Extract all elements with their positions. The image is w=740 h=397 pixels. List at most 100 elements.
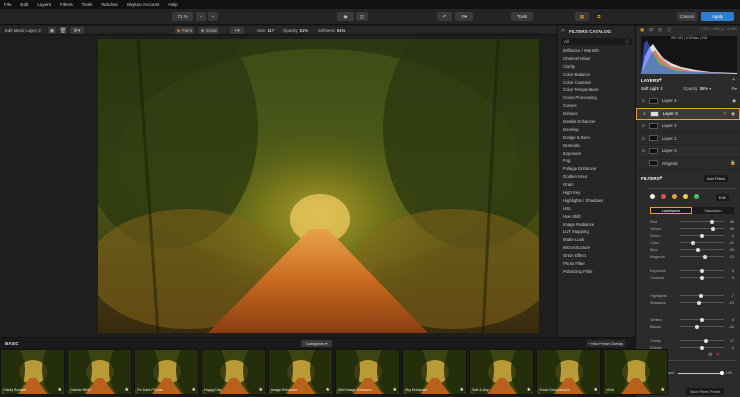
- history-icon[interactable]: ⟲▾: [455, 12, 473, 21]
- preset-thumbnail[interactable]: Mild Image Enhancer ★: [335, 349, 400, 395]
- slider-knob[interactable]: [700, 275, 704, 280]
- undo-icon[interactable]: ↶: [437, 12, 452, 21]
- slider-knob[interactable]: [697, 300, 702, 305]
- layer-row[interactable]: ≡ Layer 0: [636, 145, 740, 158]
- brush-opacity[interactable]: Opacity 51%: [283, 28, 308, 33]
- star-icon[interactable]: ★: [125, 387, 129, 393]
- catalog-item[interactable]: Dehaze: [558, 110, 635, 118]
- preset-thumbnail[interactable]: Fix Dark Photos ★: [134, 349, 199, 395]
- menu-window[interactable]: Window: [101, 2, 117, 7]
- menu-file[interactable]: File: [4, 2, 11, 7]
- color-swatch[interactable]: [683, 194, 688, 199]
- categories-dropdown[interactable]: Categories ▾: [301, 340, 333, 347]
- color-swatch[interactable]: [661, 194, 666, 199]
- catalog-item[interactable]: Curves: [558, 102, 635, 110]
- slider-track[interactable]: [680, 226, 724, 231]
- eye-icon[interactable]: ◉: [337, 12, 354, 21]
- slider-track[interactable]: [680, 345, 724, 350]
- history-tab-icon[interactable]: ◷: [658, 27, 662, 33]
- layer-row[interactable]: ≡ Layer 2: [636, 120, 740, 133]
- image-canvas[interactable]: [0, 36, 557, 337]
- add-layer-icon[interactable]: +: [732, 77, 735, 83]
- slider-track[interactable]: [680, 247, 724, 252]
- menu-filters[interactable]: Filters: [60, 2, 73, 7]
- catalog-item[interactable]: Color Contrast: [558, 79, 635, 87]
- slider-track[interactable]: [680, 240, 724, 245]
- menu-layers[interactable]: Layers: [37, 2, 51, 7]
- brush-size[interactable]: Size 117: [257, 28, 274, 33]
- eye-icon[interactable]: ◉: [732, 98, 740, 104]
- catalog-item[interactable]: Golden Hour: [558, 173, 635, 181]
- slider-row[interactable]: Exposure 0: [636, 267, 740, 274]
- preset-thumbnail[interactable]: Image Enhancer ★: [268, 349, 333, 395]
- slider-track[interactable]: [680, 219, 724, 224]
- slider-row[interactable]: Magenta 13: [636, 253, 740, 260]
- info-icon[interactable]: ⓘ: [625, 39, 632, 45]
- eye-icon[interactable]: ◉: [731, 111, 739, 117]
- catalog-item[interactable]: Details Enhancer: [558, 118, 635, 126]
- slider-track[interactable]: [680, 268, 724, 273]
- catalog-item[interactable]: Hue Shift: [558, 213, 635, 221]
- catalog-item[interactable]: HSL: [558, 205, 635, 213]
- menu-skylum-account[interactable]: Skylum Account: [127, 2, 160, 7]
- slider-row[interactable]: Cyan -41: [636, 239, 740, 246]
- gear-icon[interactable]: ⚙▾: [70, 27, 84, 34]
- slider-row[interactable]: Green 0: [636, 232, 740, 239]
- catalog-item[interactable]: Develop: [558, 126, 635, 134]
- slider-track[interactable]: [680, 254, 724, 259]
- cancel-button[interactable]: Cancel: [677, 12, 697, 21]
- layers-header[interactable]: LAYERS ▾: [641, 77, 662, 83]
- slider-knob[interactable]: [700, 233, 704, 238]
- layer-row[interactable]: ≡ Layer 1: [636, 133, 740, 145]
- preset-thumbnail[interactable]: Vivid ★: [603, 349, 668, 395]
- delete-icon[interactable]: ✕: [716, 352, 720, 358]
- layer-opacity[interactable]: Opacity: 65% ▾: [683, 86, 711, 91]
- star-icon[interactable]: ★: [326, 387, 330, 393]
- reset-icon[interactable]: ⟲: [708, 352, 712, 358]
- catalog-item[interactable]: Exposure: [558, 150, 635, 158]
- slider-track[interactable]: [680, 317, 724, 322]
- slider-knob[interactable]: [710, 226, 715, 231]
- preset-thumbnail[interactable]: Happy Day ★: [201, 349, 266, 395]
- slider-knob[interactable]: [695, 247, 700, 252]
- star-icon[interactable]: ★: [594, 387, 598, 393]
- catalog-item[interactable]: Orton Effect: [558, 252, 635, 260]
- menu-tools[interactable]: Tools: [82, 2, 93, 7]
- slider-knob[interactable]: [698, 293, 703, 298]
- catalog-item[interactable]: Highlights / Shadows: [558, 197, 635, 205]
- slider-track[interactable]: [680, 293, 724, 298]
- catalog-item[interactable]: Foliage Enhancer: [558, 165, 635, 173]
- apply-button[interactable]: Apply: [701, 12, 734, 21]
- erase-button[interactable]: ● Erase: [199, 27, 220, 34]
- slider-knob[interactable]: [710, 219, 715, 224]
- catalog-item[interactable]: Clarity: [558, 63, 635, 71]
- catalog-item[interactable]: Color Balance: [558, 71, 635, 79]
- new-preset-overlay-button[interactable]: + New Preset Overlay: [586, 340, 626, 347]
- layer-row-original[interactable]: Original 🔒: [636, 158, 740, 170]
- slider-track[interactable]: [680, 338, 724, 343]
- catalog-item[interactable]: Cross Processing: [558, 94, 635, 102]
- menu-help[interactable]: Help: [168, 2, 177, 7]
- catalog-item[interactable]: Polarizing Filter: [558, 268, 635, 276]
- slider-row[interactable]: Shadows -13: [636, 299, 740, 306]
- slider-track[interactable]: [680, 300, 724, 305]
- slider-track[interactable]: [680, 275, 724, 280]
- preset-thumbnail[interactable]: Sky Enhancer ★: [402, 349, 467, 395]
- close-icon[interactable]: ✕: [560, 28, 566, 34]
- slider-row[interactable]: Contrast 0: [636, 274, 740, 281]
- slider-knob[interactable]: [694, 324, 699, 329]
- slider-row[interactable]: Blacks -24: [636, 323, 740, 330]
- catalog-item[interactable]: Image Radiance: [558, 221, 635, 229]
- trash-icon[interactable]: 🗑: [59, 27, 67, 34]
- menu-edit[interactable]: Edit: [20, 2, 28, 7]
- tab-luminance[interactable]: Luminance: [650, 207, 692, 214]
- preset-thumbnail[interactable]: Soft & Airy ★: [469, 349, 534, 395]
- preset-thumbnail[interactable]: Tonal Compression ★: [536, 349, 601, 395]
- compare-icon[interactable]: ◫: [356, 12, 368, 21]
- catalog-item[interactable]: Grain: [558, 181, 635, 189]
- add-filters-button[interactable]: Add Filters: [704, 175, 729, 182]
- star-icon[interactable]: ★: [192, 387, 196, 393]
- info-tab-icon[interactable]: ⓘ: [667, 27, 672, 33]
- slider-knob[interactable]: [702, 254, 707, 259]
- slider-row[interactable]: Highlights -7: [636, 292, 740, 299]
